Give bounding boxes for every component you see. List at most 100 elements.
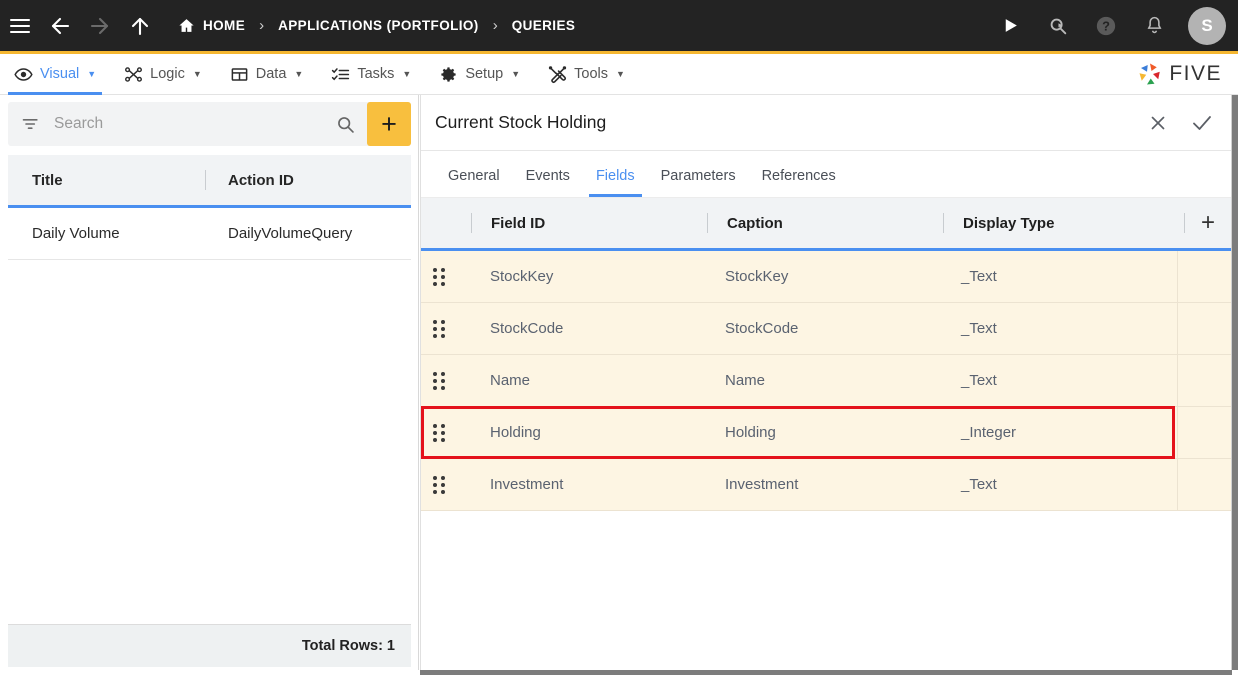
drag-handle-icon[interactable] [421,319,457,338]
menu-item-visual-label: Visual [40,66,80,82]
drag-handle-icon[interactable] [421,267,457,286]
application-menu-bar: Visual ▼ Logic ▼ Data ▼ Tasks ▼ Setup ▼ [0,54,1238,95]
tab-general[interactable]: General [435,168,513,197]
menu-item-logic[interactable]: Logic ▼ [110,54,216,95]
search-magnifier-icon[interactable] [1036,0,1080,53]
cell-field-id: StockCode [490,320,564,337]
tab-parameters[interactable]: Parameters [648,168,749,197]
detail-panel-header: Current Stock Holding [421,95,1231,151]
queries-row[interactable]: Daily Volume DailyVolumeQuery [8,208,411,260]
menu-item-tasks[interactable]: Tasks ▼ [317,54,425,95]
vertical-scrollbar[interactable] [1232,95,1238,670]
avatar-initial: S [1201,15,1213,35]
avatar[interactable]: S [1188,6,1226,45]
breadcrumb-queries[interactable]: QUERIES [508,0,580,53]
cell-title: Daily Volume [32,225,120,242]
column-header-caption[interactable]: Caption [708,215,943,232]
column-divider[interactable] [1184,213,1185,233]
five-pinwheel-icon [1135,59,1165,89]
fields-grid-header: Field ID Caption Display Type + [421,198,1231,251]
drag-handle-icon[interactable] [421,475,457,494]
menu-item-tools[interactable]: Tools ▼ [534,54,639,95]
chevron-down-icon: ▼ [294,69,304,79]
forward-arrow-icon[interactable] [80,0,120,53]
menu-item-setup-label: Setup [465,66,504,82]
topbar-actions: ? S [988,0,1238,53]
eye-icon [14,65,33,84]
drag-handle-icon[interactable] [421,423,457,442]
menu-item-tools-label: Tools [574,66,608,82]
workflow-icon [124,65,143,84]
table-row[interactable]: Name Name _Text [421,355,1231,407]
breadcrumb-applications-label: APPLICATIONS (PORTFOLIO) [278,18,479,33]
chevron-down-icon: ▼ [402,69,412,79]
brand-text: FIVE [1169,62,1222,85]
menu-item-tasks-label: Tasks [357,66,395,82]
bell-icon[interactable] [1132,0,1176,53]
chevron-down-icon: ▼ [192,69,202,79]
search-input[interactable] [54,115,323,133]
cell-caption: StockCode [725,320,799,337]
cell-display-type: _Text [961,268,997,285]
play-icon[interactable] [988,0,1032,53]
tab-references[interactable]: References [749,168,849,197]
cell-field-id: Name [490,372,531,389]
table-row[interactable]: StockKey StockKey _Text [421,251,1231,303]
column-header-title[interactable]: Title [8,155,205,205]
column-header-field-id[interactable]: Field ID [472,215,707,232]
breadcrumb-queries-label: QUERIES [511,18,576,33]
breadcrumb-home[interactable]: HOME [174,0,249,53]
breadcrumb-home-label: HOME [203,18,246,33]
menu-item-data-label: Data [255,66,287,82]
breadcrumb-separator: › [259,17,265,34]
cell-field-id: StockKey [490,268,554,285]
menu-item-data[interactable]: Data ▼ [216,54,318,95]
page-title: Current Stock Holding [435,112,607,132]
cell-display-type: _Integer [961,424,1017,441]
left-panel-bottom-edge [0,670,420,675]
detail-tabs: General Events Fields Parameters Referen… [421,151,1231,198]
cell-display-type: _Text [961,320,997,337]
top-navigation-bar: HOME › APPLICATIONS (PORTFOLIO) › QUERIE… [0,0,1238,54]
add-field-button[interactable]: + [1201,211,1215,235]
detail-panel: Current Stock Holding General Events Fie… [420,95,1232,670]
add-query-button[interactable]: + [367,102,411,146]
menu-item-visual[interactable]: Visual ▼ [0,54,110,95]
drag-handle-icon[interactable] [421,371,457,390]
menu-item-setup[interactable]: Setup ▼ [425,54,534,95]
help-circle-icon[interactable]: ? [1084,0,1128,53]
table-grid-icon [230,65,249,84]
breadcrumb-applications[interactable]: APPLICATIONS (PORTFOLIO) [274,0,483,53]
svg-text:?: ? [1102,18,1110,33]
horizontal-scrollbar[interactable] [420,670,1232,675]
cell-action-id: DailyVolumeQuery [228,225,353,242]
chevron-down-icon: ▼ [87,69,97,79]
chevron-down-icon: ▼ [616,69,625,79]
tools-icon [548,65,567,84]
table-row[interactable]: StockCode StockCode _Text [421,303,1231,355]
tab-fields[interactable]: Fields [583,168,648,197]
cell-caption: Holding [725,424,776,441]
gear-icon [439,65,458,84]
filter-icon[interactable] [8,114,54,134]
cell-caption: Name [725,372,766,389]
fields-grid-body: StockKey StockKey _Text StockCode StockC… [421,251,1231,511]
tab-events[interactable]: Events [513,168,583,197]
cell-caption: StockKey [725,268,789,285]
search-icon[interactable] [323,114,367,135]
up-arrow-icon[interactable] [120,0,160,53]
back-arrow-icon[interactable] [40,0,80,53]
column-header-action-id[interactable]: Action ID [206,155,294,205]
close-icon[interactable] [1141,106,1175,140]
table-row[interactable]: Investment Investment _Text [421,459,1231,511]
cell-field-id: Holding [490,424,541,441]
column-header-display-type[interactable]: Display Type [944,215,1054,232]
confirm-check-icon[interactable] [1185,106,1219,140]
table-row-highlighted[interactable]: Holding Holding _Integer [421,406,1231,459]
cell-display-type: _Text [961,476,997,493]
hamburger-menu-icon[interactable] [0,0,40,53]
menu-item-logic-label: Logic [150,66,185,82]
total-rows-label: Total Rows: 1 [8,624,411,667]
checklist-icon [331,65,350,84]
cell-field-id: Investment [490,476,564,493]
